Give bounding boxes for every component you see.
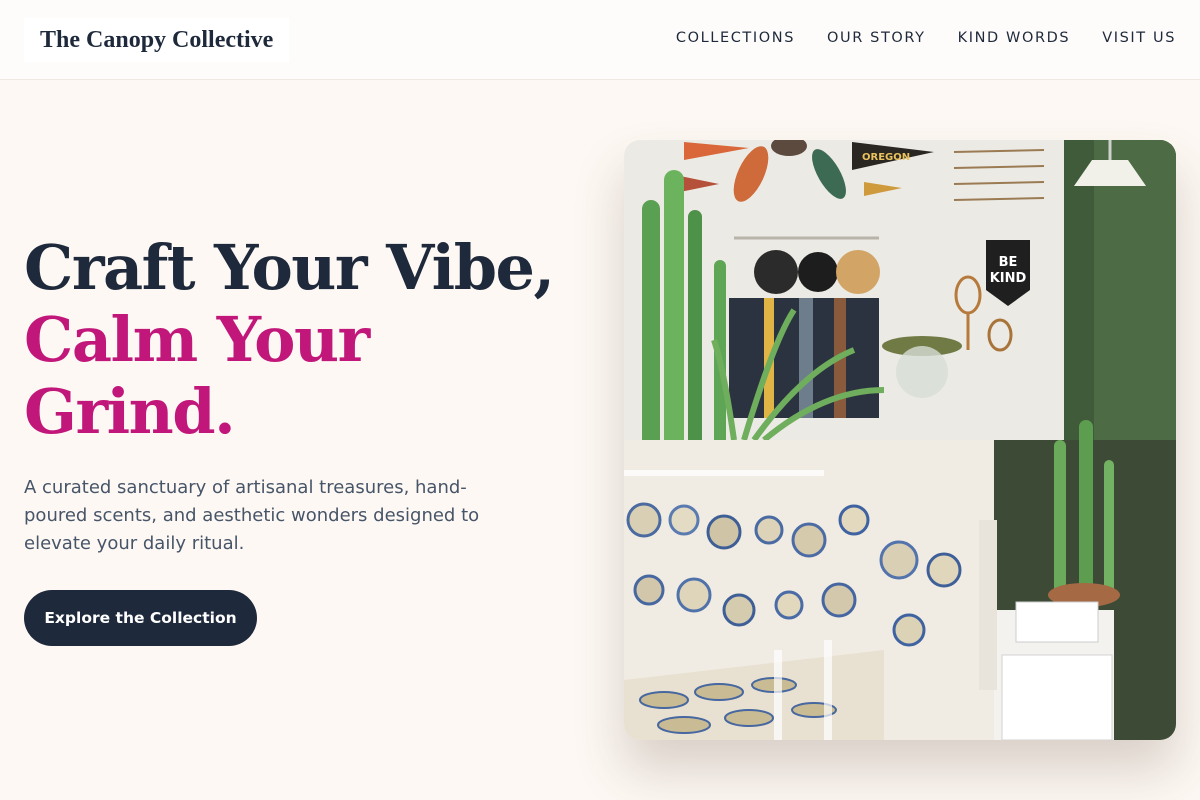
nav-link-collections[interactable]: COLLECTIONS <box>676 30 795 46</box>
headline-line-1: Craft Your Vibe, <box>24 231 555 304</box>
headline-line-3: Grind. <box>24 375 236 448</box>
headline-line-2: Calm Your <box>24 303 370 376</box>
banner-text-line-2: KIND <box>990 271 1027 286</box>
explore-collection-button[interactable]: Explore the Collection <box>24 590 257 646</box>
nav-link-visit-us[interactable]: VISIT US <box>1102 30 1176 46</box>
hero-image: OREGON BE KIND <box>624 140 1176 740</box>
brand-logo[interactable]: The Canopy Collective <box>24 18 290 62</box>
nav-link-our-story[interactable]: OUR STORY <box>827 30 926 46</box>
main-nav: COLLECTIONS OUR STORY KIND WORDS VISIT U… <box>676 30 1176 46</box>
banner-text-line-1: BE <box>999 255 1018 270</box>
cactus <box>642 200 660 450</box>
hero-headline: Craft Your Vibe, Calm Your Grind. <box>24 232 584 448</box>
navbar: The Canopy Collective COLLECTIONS OUR ST… <box>0 0 1200 80</box>
pennant-label: OREGON <box>862 152 910 163</box>
shop-interior-illustration: OREGON BE KIND <box>624 140 1176 740</box>
hero-subtext: A curated sanctuary of artisanal treasur… <box>24 477 480 554</box>
hat <box>754 250 798 294</box>
hero-text: Craft Your Vibe, Calm Your Grind. A cura… <box>24 232 584 558</box>
nav-link-kind-words[interactable]: KIND WORDS <box>958 30 1071 46</box>
